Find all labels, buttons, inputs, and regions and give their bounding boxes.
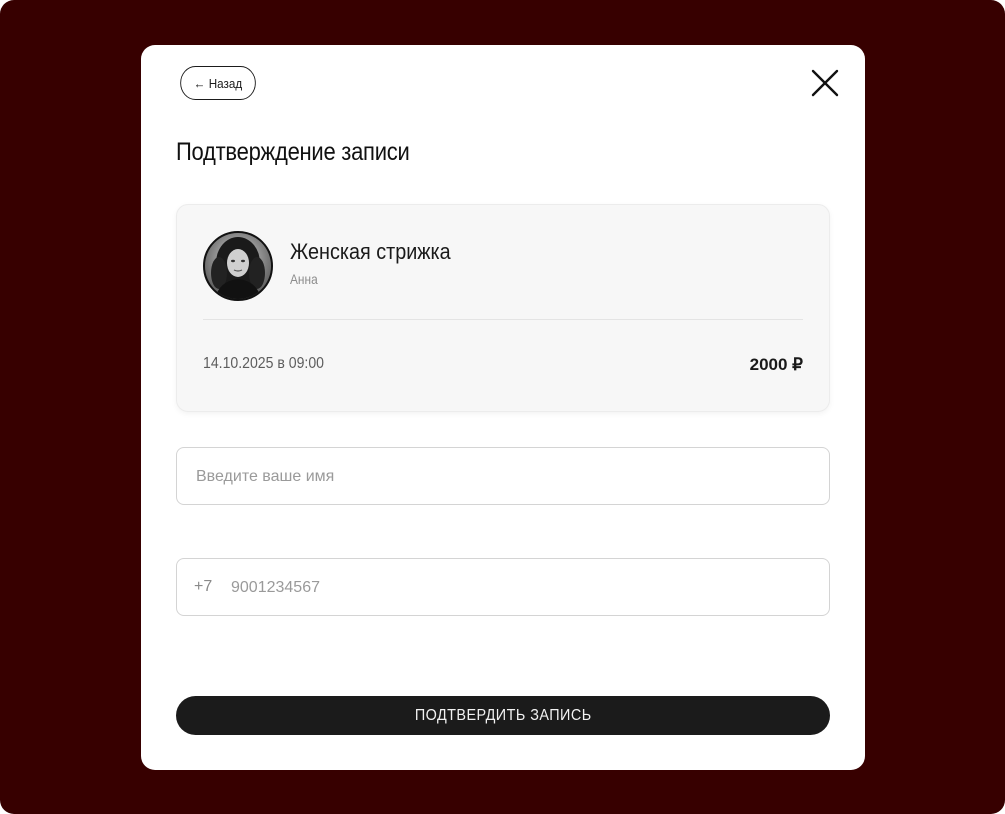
master-name: Анна [290, 271, 318, 287]
close-button[interactable] [809, 67, 841, 99]
divider [203, 319, 803, 320]
page-title: Подтверждение записи [176, 138, 410, 166]
phone-country-code: +7 [194, 578, 213, 595]
confirm-booking-button[interactable]: ПОДТВЕРДИТЬ ЗАПИСЬ [176, 696, 830, 735]
close-icon [811, 69, 839, 97]
booking-summary-card: Женская стрижка Анна 14.10.2025 в 09:00 … [176, 204, 830, 412]
service-price: 2000 ₽ [749, 355, 803, 374]
name-input[interactable] [194, 448, 818, 506]
phone-input[interactable] [229, 559, 813, 617]
confirm-booking-label: ПОДТВЕРДИТЬ ЗАПИСЬ [414, 706, 592, 724]
appointment-datetime: 14.10.2025 в 09:00 [203, 355, 325, 372]
back-button-label: ← Назад [193, 75, 243, 91]
back-button[interactable]: ← Назад [180, 66, 256, 100]
booking-confirmation-modal: ← Назад Подтверждение записи Женская стр… [141, 45, 865, 770]
service-name: Женская стрижка [290, 239, 451, 264]
name-field-wrapper [176, 447, 830, 506]
phone-field-wrapper: +7 [176, 558, 830, 617]
avatar [203, 231, 273, 301]
master-photo [205, 233, 271, 299]
